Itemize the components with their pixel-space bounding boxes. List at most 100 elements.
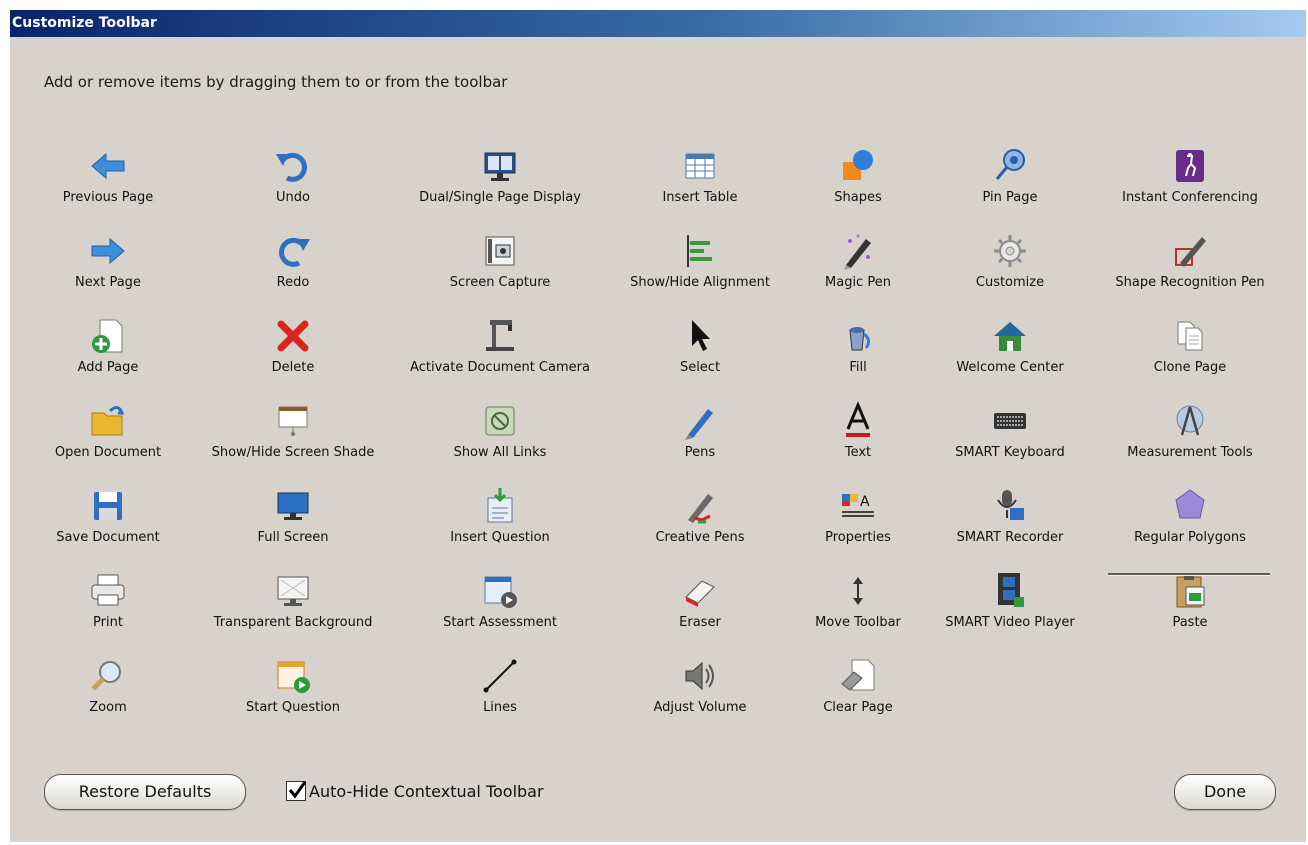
- toolbar-item-grid: Previous Page Undo Dual/Single Page Displa…: [10, 10, 1306, 842]
- compass-icon: [1176, 405, 1204, 436]
- toolbar-item-welcome-center[interactable]: Welcome Center: [914, 316, 1106, 394]
- toolbar-item-dual-single-page-display[interactable]: Dual/Single Page Display: [404, 146, 596, 224]
- toolbar-item-label: Screen Capture: [449, 275, 551, 290]
- undo-icon: [276, 152, 307, 182]
- toolbar-item-activate-document-camera[interactable]: Activate Document Camera: [404, 316, 596, 394]
- restore-defaults-button[interactable]: Restore Defaults: [44, 774, 246, 810]
- auto-hide-checkbox-label: Auto-Hide Contextual Toolbar: [309, 781, 544, 801]
- toolbar-item-label: Save Document: [56, 530, 160, 545]
- magnifier-icon: [91, 661, 121, 691]
- gear-icon: [994, 235, 1026, 267]
- toolbar-item-label: Previous Page: [62, 190, 154, 205]
- toolbar-item-start-question[interactable]: Start Question: [197, 656, 389, 734]
- checkmark-icon: [288, 781, 307, 799]
- home-icon: [994, 322, 1026, 351]
- toolbar-item-label: SMART Video Player: [945, 615, 1075, 630]
- pin-icon: [995, 149, 1025, 180]
- toolbar-item-clear-page[interactable]: Clear Page: [762, 656, 954, 734]
- done-button[interactable]: Done: [1174, 774, 1276, 810]
- toolbar-item-show-all-links[interactable]: Show All Links: [404, 401, 596, 479]
- add-page-icon: [92, 319, 123, 353]
- toolbar-item-label: Open Document: [54, 445, 162, 460]
- toolbar-item-screen-capture[interactable]: Screen Capture: [404, 231, 596, 309]
- toolbar-item-add-page[interactable]: Add Page: [12, 316, 204, 394]
- toolbar-item-label: SMART Keyboard: [955, 445, 1065, 460]
- toolbar-item-label: Measurement Tools: [1127, 445, 1253, 460]
- customize-toolbar-dialog: Customize Toolbar Add or remove items by…: [10, 10, 1306, 842]
- toolbar-item-label: Insert Question: [450, 530, 550, 545]
- transparent-background-icon: [277, 576, 309, 606]
- toolbar-item-label: Show All Links: [453, 445, 547, 460]
- toolbar-item-open-document[interactable]: Open Document: [12, 401, 204, 479]
- floppy-disk-icon: [94, 492, 122, 520]
- start-question-icon: [277, 661, 310, 693]
- eraser-icon: [685, 580, 715, 607]
- toolbar-item-zoom[interactable]: Zoom: [12, 656, 204, 734]
- magic-pen-icon: [844, 234, 871, 270]
- recorder-icon: [997, 490, 1024, 520]
- shape-recognition-pen-icon: [1175, 237, 1206, 267]
- toolbar-item-pin-page[interactable]: Pin Page: [914, 146, 1106, 224]
- toolbar-item-lines[interactable]: Lines: [404, 656, 596, 734]
- toolbar-item-show-hide-screen-shade[interactable]: Show/Hide Screen Shade: [197, 401, 389, 479]
- redo-icon: [279, 237, 310, 267]
- move-arrows-icon: [853, 577, 863, 605]
- toolbar-item-regular-polygons[interactable]: Regular Polygons: [1094, 486, 1286, 564]
- toolbar-item-label: Dual/Single Page Display: [419, 190, 581, 205]
- toolbar-item-instant-conferencing[interactable]: Instant Conferencing: [1094, 146, 1286, 224]
- toolbar-item-shape-recognition-pen[interactable]: Shape Recognition Pen: [1094, 231, 1286, 309]
- toolbar-item-label: SMART Recorder: [956, 530, 1064, 545]
- separator-item[interactable]: [1108, 573, 1270, 576]
- toolbar-item-smart-keyboard[interactable]: SMART Keyboard: [914, 401, 1106, 479]
- toolbar-item-smart-recorder[interactable]: SMART Recorder: [914, 486, 1106, 564]
- toolbar-item-label: Activate Document Camera: [410, 360, 590, 375]
- paint-bucket-icon: [849, 327, 871, 351]
- toolbar-item-start-assessment[interactable]: Start Assessment: [404, 571, 596, 649]
- toolbar-item-label: Pin Page: [982, 190, 1038, 205]
- next-page-icon: [91, 237, 125, 265]
- line-icon: [483, 659, 517, 693]
- toolbar-item-clone-page[interactable]: Clone Page: [1094, 316, 1286, 394]
- toolbar-item-print[interactable]: Print: [12, 571, 204, 649]
- clone-page-icon: [1177, 321, 1203, 351]
- toolbar-item-label: Start Assessment: [443, 615, 557, 630]
- assessment-icon: [484, 576, 517, 608]
- toolbar-item-redo[interactable]: Redo: [197, 231, 389, 309]
- toolbar-item-label: Welcome Center: [956, 360, 1064, 375]
- toolbar-item-transparent-background[interactable]: Transparent Background: [197, 571, 389, 649]
- toolbar-item-label: Shape Recognition Pen: [1115, 275, 1265, 290]
- creative-pen-icon: [688, 494, 713, 524]
- toolbar-item-paste[interactable]: Paste: [1094, 571, 1286, 649]
- toolbar-item-full-screen[interactable]: Full Screen: [197, 486, 389, 564]
- folder-icon: [91, 406, 125, 436]
- screen-capture-icon: [485, 236, 515, 266]
- screen-shade-icon: [278, 406, 308, 436]
- auto-hide-checkbox[interactable]: Auto-Hide Contextual Toolbar: [286, 780, 544, 802]
- toolbar-item-label: Add Page: [77, 360, 139, 375]
- delete-icon: [277, 320, 309, 352]
- checkbox-box[interactable]: [286, 781, 307, 801]
- toolbar-item-label: Instant Conferencing: [1122, 190, 1258, 205]
- toolbar-item-smart-video-player[interactable]: SMART Video Player: [914, 571, 1106, 649]
- toolbar-item-undo[interactable]: Undo: [197, 146, 389, 224]
- toolbar-item-previous-page[interactable]: Previous Page: [12, 146, 204, 224]
- toolbar-item-label: Lines: [483, 700, 517, 715]
- toolbar-item-insert-question[interactable]: Insert Question: [404, 486, 596, 564]
- toolbar-item-save-document[interactable]: Save Document: [12, 486, 204, 564]
- toolbar-item-label: Start Question: [245, 700, 341, 715]
- toolbar-item-next-page[interactable]: Next Page: [12, 231, 204, 309]
- toolbar-item-label: Regular Polygons: [1134, 530, 1246, 545]
- toolbar-item-label: Zoom: [89, 700, 127, 715]
- pen-icon: [685, 409, 713, 440]
- toolbar-item-customize[interactable]: Customize: [914, 231, 1106, 309]
- toolbar-item-measurement-tools[interactable]: Measurement Tools: [1094, 401, 1286, 479]
- toolbar-item-label: Next Page: [75, 275, 141, 290]
- conferencing-icon: [1176, 150, 1204, 182]
- clipboard-icon: [1176, 574, 1205, 608]
- links-icon: [485, 406, 515, 436]
- toolbar-item-delete[interactable]: Delete: [197, 316, 389, 394]
- toolbar-item-label: Paste: [1172, 615, 1208, 630]
- insert-question-icon: [487, 488, 513, 523]
- toolbar-item-label: Undo: [276, 190, 310, 205]
- polygon-icon: [1175, 489, 1205, 519]
